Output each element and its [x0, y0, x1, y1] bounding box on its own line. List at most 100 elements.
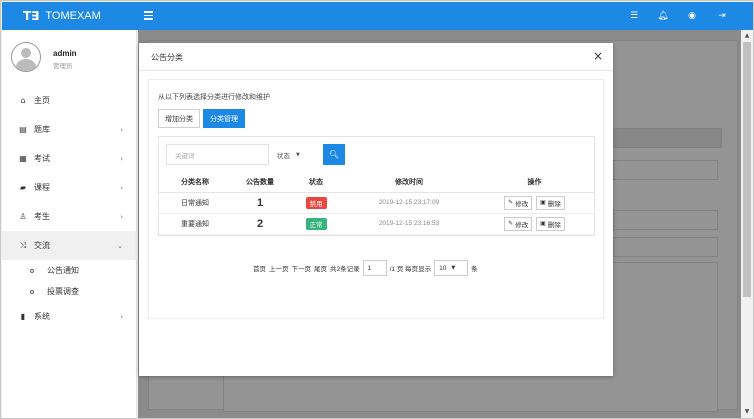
announcement-count: 2 — [231, 213, 289, 235]
first-page-link[interactable]: 首页 — [253, 263, 266, 273]
modal-title: 公告分类 — [151, 53, 183, 62]
actions-cell: ✎ 修改 ▣ 删除 — [475, 213, 594, 235]
category-name: 重要通知 — [159, 213, 231, 235]
sidebar-item-label: 系统 — [34, 312, 50, 321]
menu-toggle-icon[interactable] — [144, 9, 154, 21]
page-size-unit: 条 — [471, 266, 478, 273]
actions-cell: ✎ 修改 ▣ 删除 — [475, 192, 594, 214]
sidebar-item-label: 题库 — [34, 125, 50, 134]
sidebar-subitem-announcements[interactable]: 公告通知 — [2, 260, 137, 281]
last-page-link[interactable]: 尾页 — [314, 263, 327, 273]
status-select-label: 状态 — [277, 152, 290, 160]
sidebar-subitem-label: 公告通知 — [47, 266, 79, 275]
caret-down-icon: ▼ — [296, 151, 300, 158]
sidebar: admin 管理员 ⌂ 主页 ▤ 题库 › ▦ 考试 › ▰ 课程 › ♙ 考生… — [2, 30, 137, 418]
page-scrollbar[interactable]: ▲ ▼ — [741, 30, 753, 418]
page-count-text: /1 页 每页显示 — [389, 266, 432, 273]
tab-add-category[interactable]: 增加分类 — [158, 109, 200, 128]
sidebar-item-label: 课程 — [34, 183, 50, 192]
modified-time: 2019-12-15 23:16:53 — [343, 213, 475, 235]
pagination: 首页 上一页 下一页 尾页 共2条记录 1 /1 页 每页显示 10 ▼ 条 — [253, 260, 478, 276]
delete-label: 删除 — [547, 221, 561, 229]
column-header: 公告数量 — [231, 172, 289, 193]
app-window: T∃ TOMEXAM ☰ 🔔︎ ◉ ⇥ admin 管理员 ⌂ 主页 ▤ 题库 … — [0, 0, 754, 419]
column-header: 状态 — [289, 172, 343, 193]
table-row: 重要通知 2 正常 2019-12-15 23:16:53 ✎ 修改 ▣ 删除 — [159, 213, 594, 235]
edit-button[interactable]: ✎ 修改 — [504, 195, 533, 210]
category-modal: 公告分类 × 从以下列表选择分类进行修改和维护 增加分类 分类管理 关键词 状态… — [139, 43, 613, 376]
status-badge: 正常 — [305, 217, 327, 230]
scroll-up-icon[interactable]: ▲ — [743, 32, 751, 40]
edit-button[interactable]: ✎ 修改 — [504, 216, 533, 231]
chevron-right-icon: › — [120, 154, 123, 163]
status-badge: 禁用 — [305, 196, 327, 209]
keyword-input[interactable]: 关键词 — [166, 144, 269, 165]
column-header: 分类名称 — [159, 172, 231, 193]
circle-icon — [30, 268, 34, 273]
app-title: TOMEXAM — [45, 10, 101, 22]
column-header: 操作 — [475, 172, 594, 193]
status-select[interactable]: 状态 ▼ — [277, 144, 317, 165]
category-name: 日常通知 — [159, 192, 231, 214]
caret-down-icon: ▼ — [451, 265, 456, 271]
wrench-icon: ✎ — [508, 199, 514, 206]
person-icon: ♙ — [19, 212, 27, 221]
next-page-link[interactable]: 下一页 — [292, 263, 312, 273]
avatar[interactable] — [11, 42, 41, 72]
chevron-right-icon: › — [120, 125, 123, 134]
edit-label: 修改 — [515, 200, 529, 208]
user-name: admin — [53, 49, 77, 58]
chevron-right-icon: › — [120, 212, 123, 221]
trash-icon: ▣ — [540, 199, 546, 206]
sidebar-subitem-label: 投票调查 — [47, 287, 79, 296]
list-icon[interactable]: ☰ — [627, 9, 641, 23]
sidebar-item-label: 主页 — [34, 96, 50, 105]
sidebar-item-question-bank[interactable]: ▤ 题库 › — [2, 115, 137, 144]
delete-button[interactable]: ▣ 删除 — [536, 216, 565, 231]
brand[interactable]: T∃ TOMEXAM — [23, 2, 101, 30]
sidebar-item-label: 考试 — [34, 154, 50, 163]
prev-page-link[interactable]: 上一页 — [269, 263, 289, 273]
user-icon[interactable]: ◉ — [685, 9, 699, 23]
close-icon[interactable]: × — [593, 49, 603, 63]
scroll-thumb[interactable] — [743, 42, 751, 297]
sidebar-item-exam[interactable]: ▦ 考试 › — [2, 144, 137, 173]
sidebar-item-system[interactable]: ▮ 系统 › — [2, 302, 137, 331]
modified-time: 2019-12-15 23:17:09 — [343, 192, 475, 214]
page-size-select[interactable]: 10 ▼ — [434, 260, 469, 276]
sidebar-item-candidates[interactable]: ♙ 考生 › — [2, 202, 137, 231]
calendar-icon: ▦ — [19, 154, 27, 163]
circle-icon — [30, 289, 34, 294]
page-size-value: 10 — [439, 264, 447, 272]
category-table: 分类名称 公告数量 状态 修改时间 操作 日常通知 1 禁用 2019-12-1 — [159, 172, 594, 235]
search-button[interactable]: 🔍︎ — [323, 144, 345, 165]
scroll-down-icon[interactable]: ▼ — [743, 408, 751, 416]
delete-label: 删除 — [547, 200, 561, 208]
user-role: 管理员 — [53, 63, 73, 70]
trash-icon: ▣ — [540, 220, 546, 227]
page-number-input[interactable]: 1 — [362, 260, 387, 276]
wrench-icon: ✎ — [508, 220, 514, 227]
sidebar-item-home[interactable]: ⌂ 主页 — [2, 86, 137, 115]
bell-icon[interactable]: 🔔︎ — [656, 9, 670, 23]
delete-button[interactable]: ▣ 删除 — [536, 195, 565, 210]
logout-icon[interactable]: ⇥ — [715, 9, 729, 23]
home-icon: ⌂ — [20, 96, 26, 105]
edit-label: 修改 — [515, 221, 529, 229]
chevron-right-icon: › — [120, 312, 123, 321]
sidebar-item-communication[interactable]: ⤨ 交流 ⌄ — [2, 231, 137, 260]
brand-logo: T∃ — [23, 9, 40, 23]
status-cell: 正常 — [289, 213, 343, 235]
chevron-down-icon: ⌄ — [117, 241, 123, 250]
sidebar-item-course[interactable]: ▰ 课程 › — [2, 173, 137, 202]
modal-body: 从以下列表选择分类进行修改和维护 增加分类 分类管理 关键词 状态 ▼ 🔍︎ 分… — [148, 79, 604, 319]
announcement-count: 1 — [231, 192, 289, 214]
system-icon: ▮ — [20, 312, 26, 321]
shuffle-icon: ⤨ — [19, 240, 27, 250]
sidebar-subitem-surveys[interactable]: 投票调查 — [2, 281, 137, 302]
tab-manage-categories[interactable]: 分类管理 — [203, 109, 245, 128]
table-header-row: 分类名称 公告数量 状态 修改时间 操作 — [159, 172, 594, 193]
modal-header: 公告分类 × — [139, 43, 613, 71]
table-row: 日常通知 1 禁用 2019-12-15 23:17:09 ✎ 修改 ▣ 删除 — [159, 192, 594, 214]
column-header: 修改时间 — [343, 172, 475, 193]
